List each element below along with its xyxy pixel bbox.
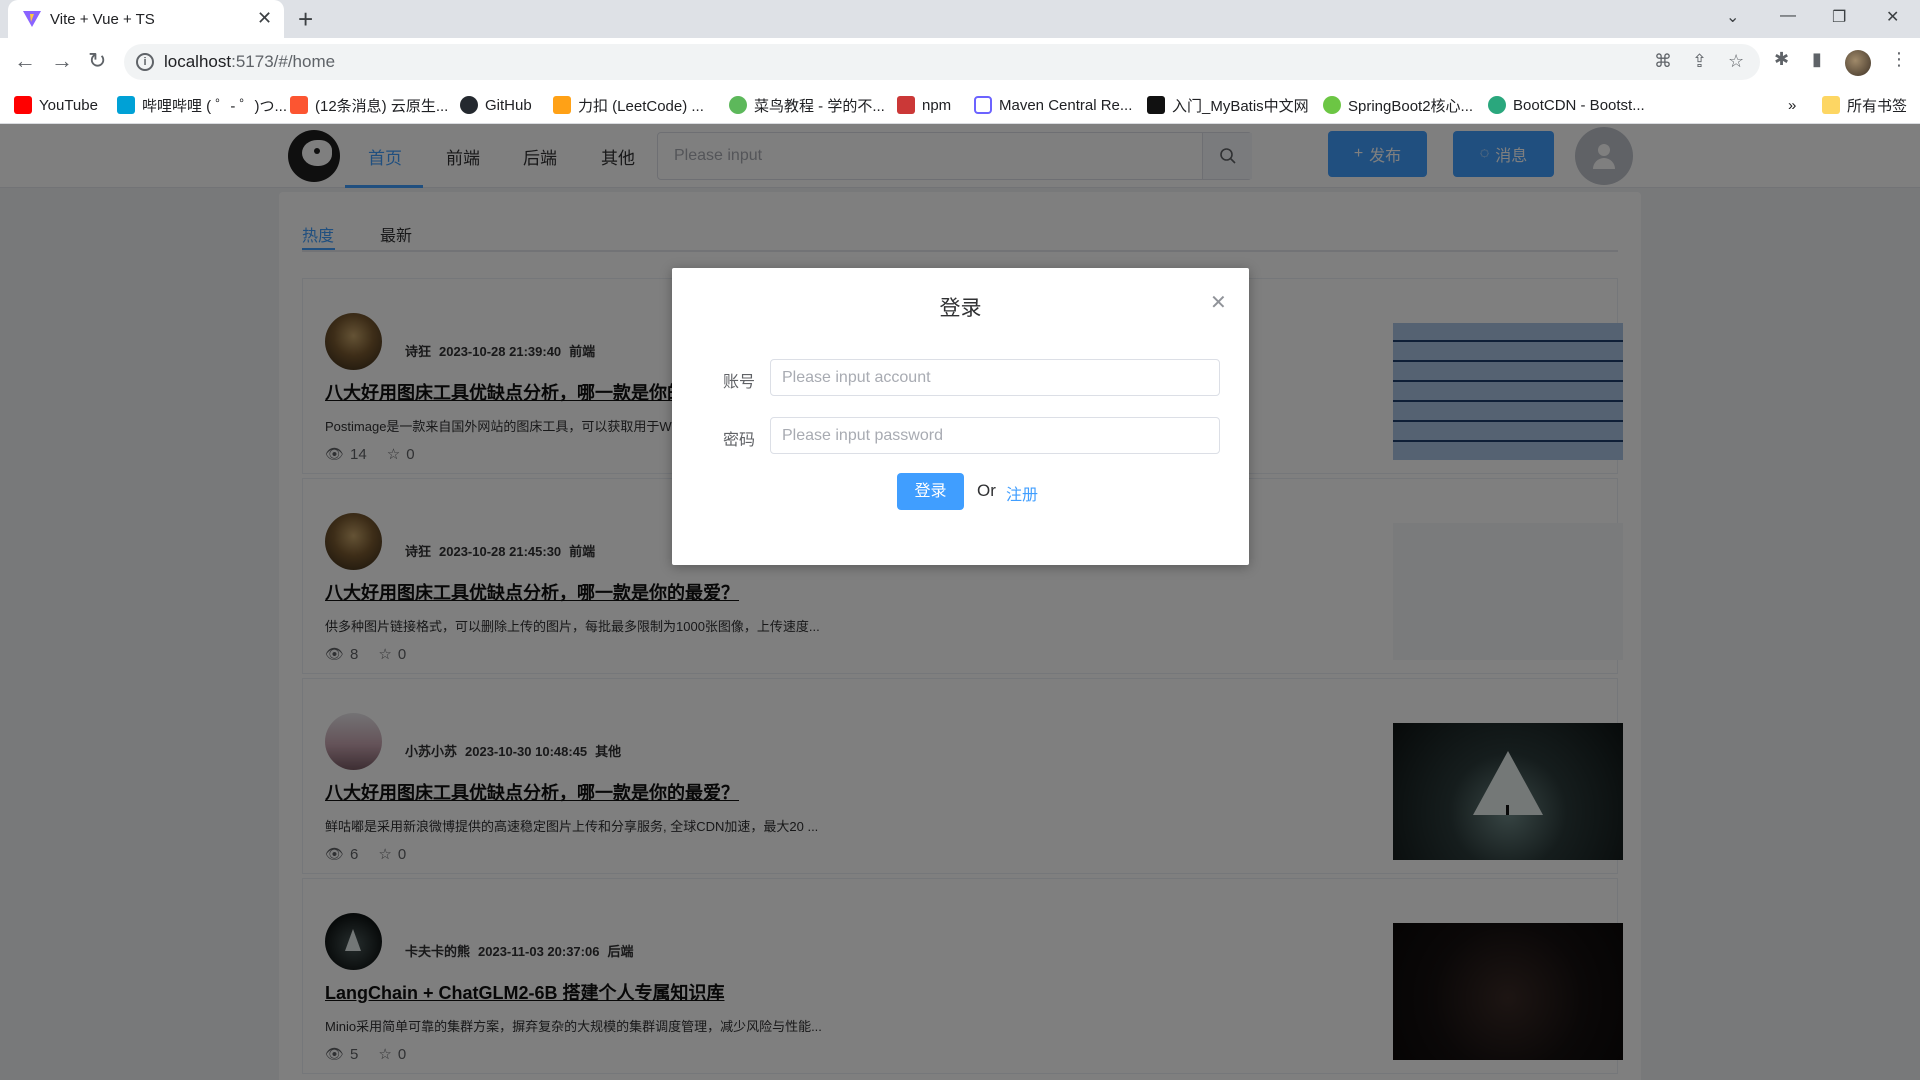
browser-profile-avatar[interactable] (1845, 50, 1871, 76)
bookmark-item[interactable]: 哔哩哔哩 ( ゜- ゜)つ... (117, 94, 287, 116)
bookmark-item[interactable]: 力扣 (LeetCode) ... (553, 94, 704, 116)
dialog-title: 登录 (939, 297, 982, 320)
browser-tab-bar: Vite + Vue + TS ✕ + ⌄ — ❐ ✕ (0, 0, 1920, 38)
bookmark-label: (12条消息) 云原生... (315, 97, 449, 115)
site-info-icon[interactable]: i (136, 53, 154, 71)
bookmark-item[interactable]: 菜鸟教程 - 学的不... (729, 94, 885, 116)
bookmark-label: 菜鸟教程 - 学的不... (754, 97, 885, 115)
bookmark-item[interactable]: (12条消息) 云原生... (290, 94, 448, 116)
new-tab-icon[interactable]: + (298, 4, 313, 35)
vite-logo-icon (23, 11, 41, 27)
bookmark-label: BootCDN - Bootst... (1513, 96, 1645, 114)
bootcdn-icon (1488, 96, 1506, 114)
bookmark-label: YouTube (39, 96, 98, 114)
bookmark-item[interactable]: GitHub (460, 94, 532, 116)
close-window-icon[interactable]: ✕ (1886, 7, 1899, 27)
bookmark-item[interactable]: Maven Central Re... (974, 94, 1132, 116)
browser-menu-icon[interactable]: ⋮ (1890, 49, 1908, 70)
bookmark-label: 力扣 (LeetCode) ... (578, 97, 704, 115)
star-bookmark-icon[interactable]: ☆ (1728, 51, 1744, 72)
bookmark-item[interactable]: SpringBoot2核心... (1323, 94, 1473, 116)
address-row: ← → ↻ i localhost:5173/#/home ⌘ ⇪ ☆ (0, 38, 1920, 86)
bookmark-label: GitHub (485, 96, 532, 114)
npm-icon (897, 96, 915, 114)
bookmark-item[interactable]: BootCDN - Bootst... (1488, 94, 1645, 116)
springboot-icon (1323, 96, 1341, 114)
bookmark-label: npm (922, 96, 952, 114)
url-path: :5173/#/home (231, 52, 336, 71)
bookmark-label: Maven Central Re... (999, 96, 1133, 114)
share-icon[interactable]: ⇪ (1692, 51, 1707, 72)
register-link[interactable]: 注册 (1006, 481, 1038, 505)
forward-icon[interactable]: → (51, 50, 73, 72)
csdn-icon (290, 96, 308, 114)
restore-icon[interactable]: ❐ (1832, 7, 1846, 27)
or-text: Or (977, 481, 996, 500)
all-bookmarks-label: 所有书签 (1847, 97, 1908, 115)
all-bookmarks[interactable]: 所有书签 (1822, 94, 1907, 116)
bookmark-item[interactable]: YouTube (14, 94, 98, 116)
bookmarks-bar: YouTube 哔哩哔哩 ( ゜- ゜)つ... (12条消息) 云原生... … (0, 86, 1920, 124)
bookmarks-overflow[interactable]: » (1788, 94, 1796, 116)
maven-icon (974, 96, 992, 114)
bookmark-item[interactable]: npm (897, 94, 951, 116)
overflow-chevron-icon: » (1788, 96, 1797, 114)
mybatis-icon (1147, 96, 1165, 114)
login-button[interactable]: 登录 (897, 473, 964, 510)
tab-search-icon[interactable]: ⌄ (1726, 7, 1739, 27)
side-panel-icon[interactable]: ▮ (1812, 49, 1822, 70)
bookmark-label: 哔哩哔哩 ( ゜- ゜)つ... (142, 97, 287, 115)
account-label: 账号 (723, 374, 756, 391)
bookmark-label: 入门_MyBatis中文网 (1172, 97, 1309, 115)
runoob-icon (729, 96, 747, 114)
password-input[interactable] (770, 417, 1220, 454)
browser-tab[interactable]: Vite + Vue + TS ✕ (8, 0, 284, 38)
minimize-icon[interactable]: — (1780, 7, 1796, 25)
leetcode-icon (553, 96, 571, 114)
reload-icon[interactable]: ↻ (88, 50, 106, 72)
translate-icon[interactable]: ⌘ (1654, 51, 1672, 72)
url-host: localhost (164, 52, 232, 71)
password-label: 密码 (723, 432, 756, 449)
tab-close-icon[interactable]: ✕ (257, 8, 272, 29)
github-icon (460, 96, 478, 114)
login-dialog: 登录 ✕ 账号 密码 登录 Or 注册 (672, 268, 1249, 565)
close-icon[interactable]: ✕ (1210, 290, 1227, 315)
youtube-icon (14, 96, 32, 114)
bilibili-icon (117, 96, 135, 114)
extensions-icon[interactable]: ✱ (1774, 49, 1789, 70)
account-input[interactable] (770, 359, 1220, 396)
bookmark-label: SpringBoot2核心... (1348, 97, 1474, 115)
url-text: localhost:5173/#/home (164, 52, 335, 72)
tab-title: Vite + Vue + TS (50, 11, 155, 28)
address-bar[interactable]: i localhost:5173/#/home ⌘ ⇪ ☆ (124, 44, 1760, 80)
back-icon[interactable]: ← (14, 50, 36, 72)
bookmark-item[interactable]: 入门_MyBatis中文网 (1147, 94, 1309, 116)
folder-icon (1822, 96, 1840, 114)
